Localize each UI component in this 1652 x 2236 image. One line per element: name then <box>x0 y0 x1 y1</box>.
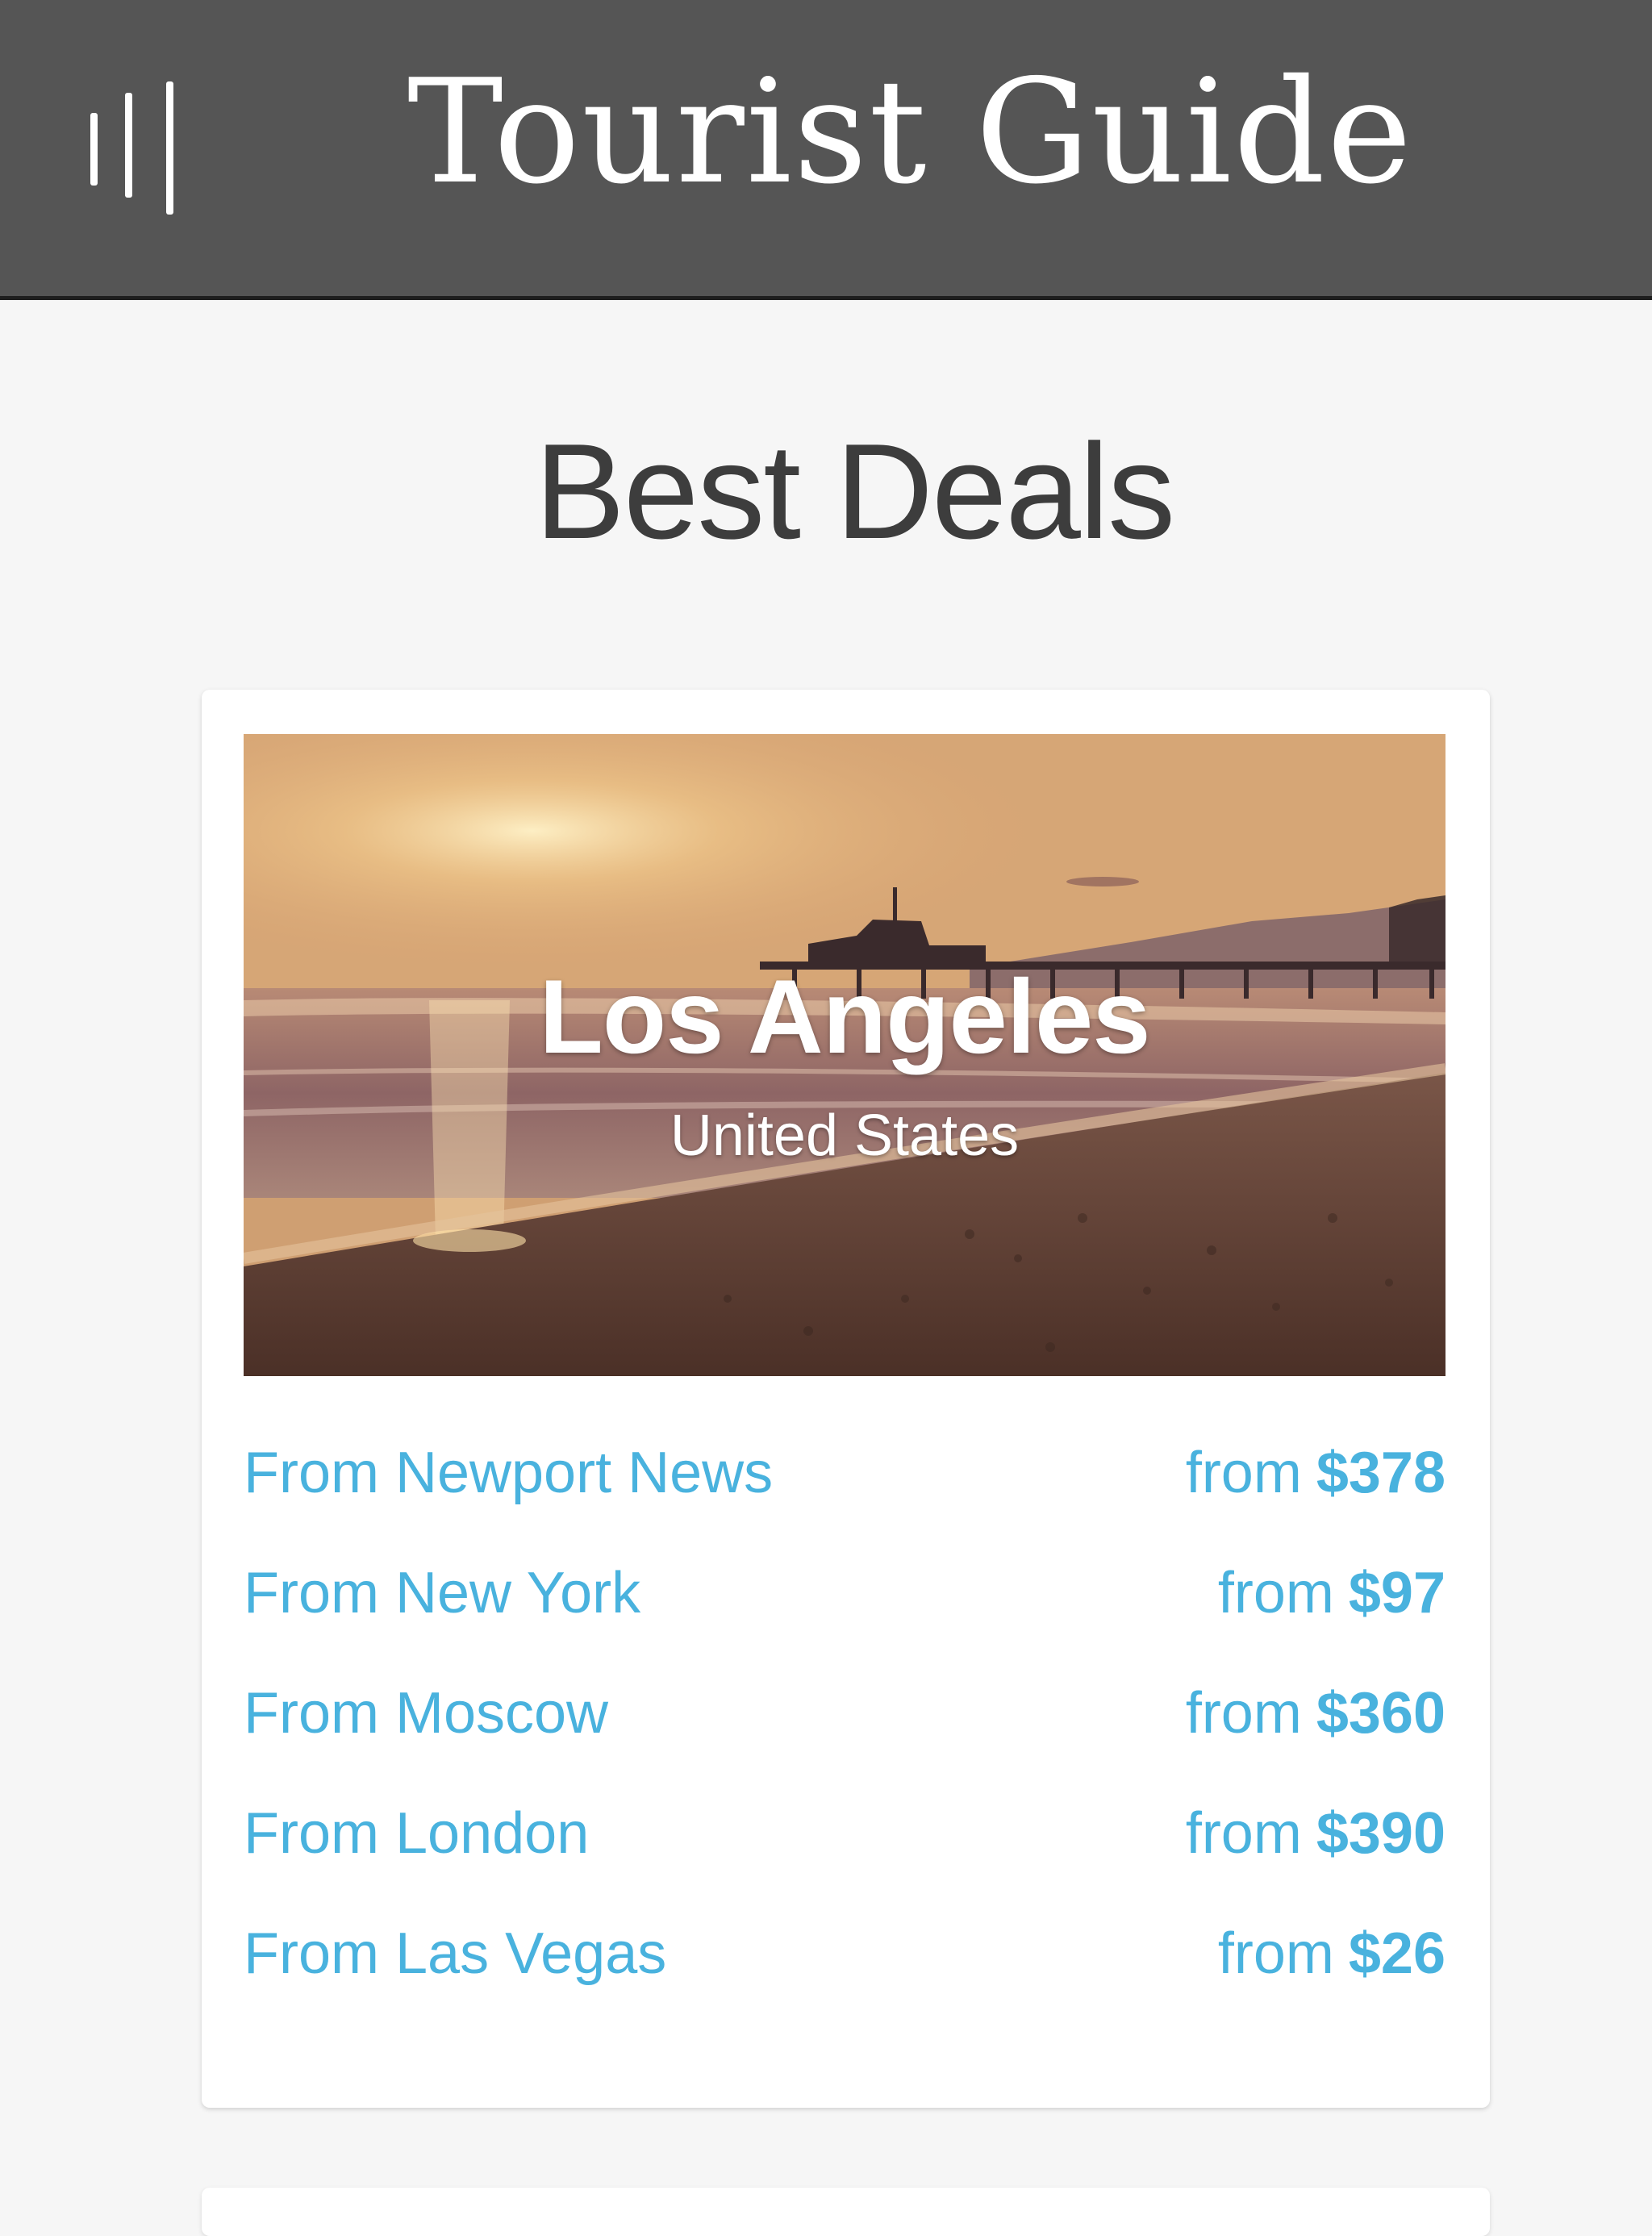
deal-price-prefix: from <box>1185 1801 1302 1866</box>
destination-image[interactable]: Los Angeles United States <box>244 734 1446 1376</box>
deal-price-amount: $378 <box>1316 1441 1446 1505</box>
app-title: Tourist Guide <box>407 48 1414 215</box>
deal-price-amount: $97 <box>1348 1561 1446 1625</box>
deal-price-prefix: from <box>1217 1921 1334 1986</box>
deal-row[interactable]: From New York from $97 <box>244 1564 1446 1684</box>
deal-price-prefix: from <box>1185 1441 1302 1505</box>
destination-country: United States <box>670 1103 1020 1168</box>
deal-price-prefix: from <box>1217 1561 1334 1625</box>
deal-price[interactable]: from $390 <box>1186 1804 1446 1863</box>
deal-price-amount: $26 <box>1348 1921 1446 1986</box>
app-header: Tourist Guide <box>0 0 1652 300</box>
menu-button[interactable] <box>81 77 186 222</box>
deal-origin-link[interactable]: From Moscow <box>244 1684 608 1742</box>
deal-price[interactable]: from $97 <box>1218 1564 1446 1622</box>
deal-price[interactable]: from $360 <box>1186 1684 1446 1742</box>
deal-price-amount: $390 <box>1316 1801 1446 1866</box>
deal-card: Los Angeles United States From Newport N… <box>202 690 1490 2108</box>
deal-origin-link[interactable]: From New York <box>244 1564 640 1622</box>
deal-row[interactable]: From Moscow from $360 <box>244 1684 1446 1804</box>
deal-row[interactable]: From Las Vegas from $26 <box>244 1925 1446 2045</box>
deals-list: From Newport News from $378 From New York… <box>244 1444 1446 2045</box>
deal-price-amount: $360 <box>1316 1681 1446 1746</box>
section-title: Best Deals <box>534 415 1175 567</box>
next-deal-card <box>202 2188 1490 2236</box>
deal-origin-link[interactable]: From London <box>244 1804 589 1863</box>
deal-origin-link[interactable]: From Newport News <box>244 1444 773 1502</box>
deal-row[interactable]: From London from $390 <box>244 1804 1446 1925</box>
destination-city: Los Angeles <box>539 957 1150 1075</box>
deal-price[interactable]: from $26 <box>1218 1925 1446 1983</box>
deal-origin-link[interactable]: From Las Vegas <box>244 1925 666 1983</box>
deal-price-prefix: from <box>1185 1681 1302 1746</box>
deal-price[interactable]: from $378 <box>1186 1444 1446 1502</box>
deal-row[interactable]: From Newport News from $378 <box>244 1444 1446 1564</box>
